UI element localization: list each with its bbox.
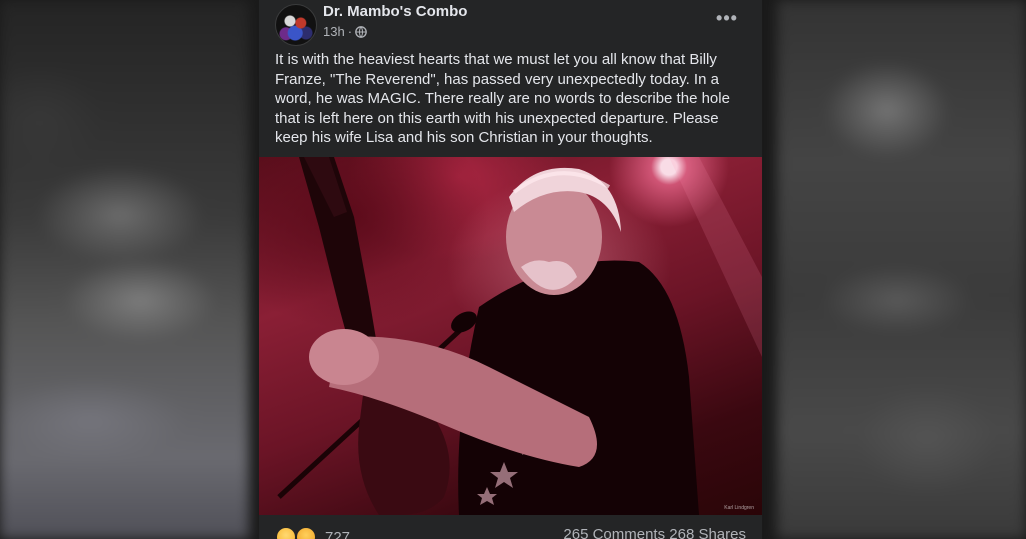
care-reaction-icon — [295, 526, 317, 539]
blurred-background-right — [777, 0, 1026, 539]
globe-icon — [355, 25, 367, 38]
facebook-post: Dr. Mambo's Combo 13h · ••• It is with t… — [259, 0, 762, 539]
meta-separator: · — [347, 24, 353, 39]
reaction-count: 727 — [325, 528, 351, 539]
page-avatar[interactable] — [275, 4, 317, 46]
post-meta: 13h · — [323, 24, 367, 39]
post-timestamp[interactable]: 13h — [323, 24, 345, 39]
sad-reaction-icon — [275, 526, 297, 539]
photo-watermark: Karl Lindgren — [724, 505, 754, 511]
blurred-background-left — [0, 0, 249, 539]
post-photo[interactable]: Karl Lindgren — [259, 157, 762, 515]
guitarist-photo-illustration — [277, 157, 762, 515]
reactions-summary[interactable]: 727 — [275, 526, 350, 539]
comments-shares-count[interactable]: 265 Comments 268 Shares — [563, 526, 746, 539]
page-name-link[interactable]: Dr. Mambo's Combo — [323, 3, 467, 20]
post-text: It is with the heaviest hearts that we m… — [275, 51, 730, 146]
more-options-button[interactable]: ••• — [714, 8, 740, 28]
